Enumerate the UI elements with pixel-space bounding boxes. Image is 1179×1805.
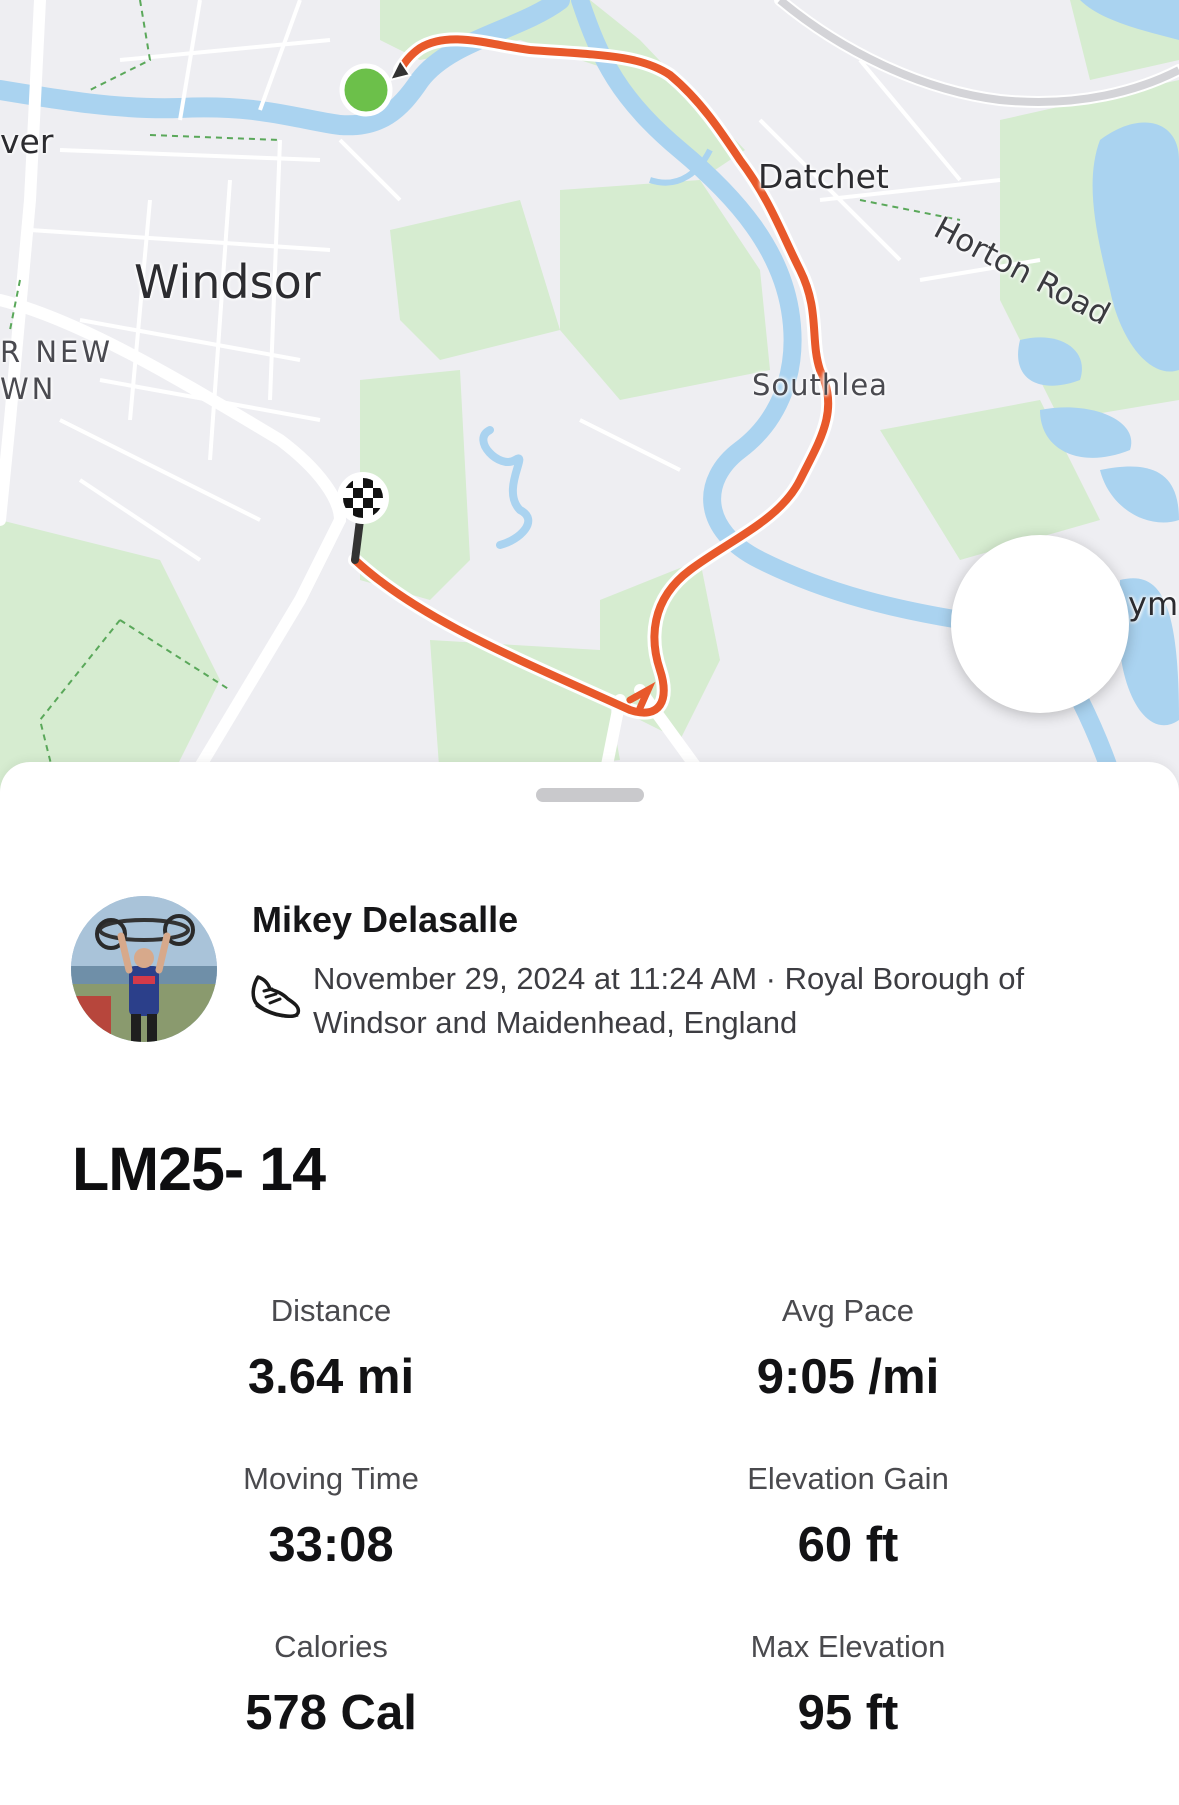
stat-label: Max Elevation <box>750 1629 946 1664</box>
play-button[interactable] <box>951 535 1129 713</box>
stat-distance: Distance 3.64 mi <box>121 1291 541 1405</box>
stat-value: 60 ft <box>797 1518 899 1572</box>
stat-value: 33:08 <box>268 1518 394 1572</box>
park-area <box>0 520 220 800</box>
activity-title: LM25- 14 <box>72 1135 326 1203</box>
map-label-datchet: Datchet <box>758 157 889 196</box>
stat-value: 9:05 /mi <box>756 1350 940 1404</box>
activity-sheet: Mikey Delasalle November 29, 2024 at 11:… <box>0 762 1179 1805</box>
stat-calories: Calories 578 Cal <box>121 1627 541 1741</box>
athlete-name[interactable]: Mikey Delasalle <box>252 899 518 941</box>
stat-value: 3.64 mi <box>247 1350 415 1404</box>
avatar[interactable] <box>71 896 217 1042</box>
road <box>0 0 46 526</box>
stat-moving-time: Moving Time 33:08 <box>121 1459 541 1573</box>
play-icon <box>951 535 1179 800</box>
park-area <box>390 200 560 360</box>
map-label-windsor: Windsor <box>134 255 321 309</box>
stat-max-elevation: Max Elevation 95 ft <box>638 1627 1058 1741</box>
stat-label: Calories <box>274 1629 388 1664</box>
drag-handle[interactable] <box>536 788 644 802</box>
running-shoe-icon <box>251 975 301 1019</box>
stat-label: Moving Time <box>243 1461 419 1496</box>
stat-elevation-gain: Elevation Gain 60 ft <box>638 1459 1058 1573</box>
stat-value: 578 Cal <box>245 1686 417 1740</box>
start-marker <box>339 63 393 117</box>
stat-avg-pace: Avg Pace 9:05 /mi <box>638 1291 1058 1405</box>
activity-date-location: November 29, 2024 at 11:24 AM · Royal Bo… <box>313 961 1025 1040</box>
map-label-new-town-2: WN <box>0 372 57 406</box>
route-map[interactable]: ver Windsor R NEW WN Datchet Horton Road… <box>0 0 1179 800</box>
road <box>0 294 346 526</box>
stat-label: Avg Pace <box>781 1293 915 1328</box>
lake <box>1100 466 1179 523</box>
stat-label: Elevation Gain <box>747 1461 949 1496</box>
finish-marker <box>337 472 389 524</box>
map-label-river: ver <box>0 122 54 161</box>
stat-label: Distance <box>270 1293 392 1328</box>
stat-value: 95 ft <box>797 1686 899 1740</box>
map-label-southlea: Southlea <box>752 368 888 402</box>
map-label-new-town: R NEW <box>0 335 114 369</box>
